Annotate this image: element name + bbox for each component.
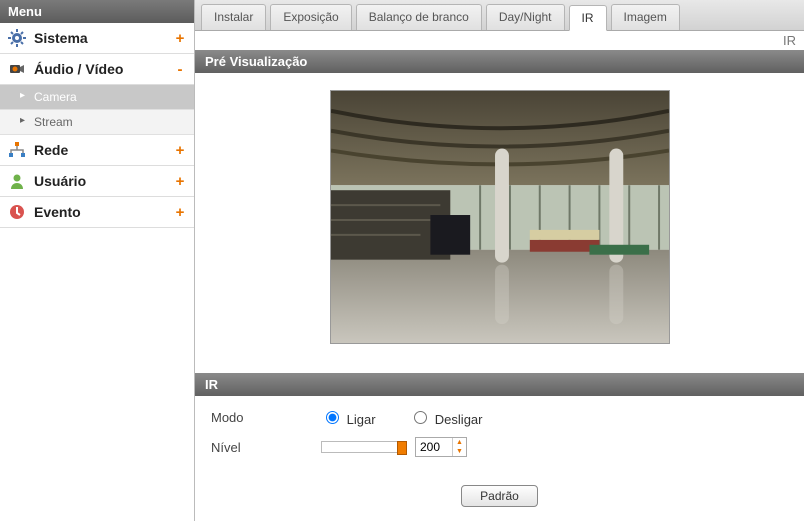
settings-panel: Modo Ligar Desligar Nível — [195, 396, 804, 479]
main-content: Instalar Exposição Balanço de branco Day… — [195, 0, 804, 521]
default-button[interactable]: Padrão — [461, 485, 538, 507]
sidebar-item-evento[interactable]: Evento + — [0, 197, 194, 228]
submenu-item-label: Stream — [34, 115, 73, 129]
default-button-row: Padrão — [195, 479, 804, 521]
slider-handle[interactable] — [397, 441, 407, 455]
mode-on-option[interactable]: Ligar — [321, 412, 379, 427]
level-slider[interactable] — [321, 441, 407, 453]
network-icon — [8, 141, 26, 159]
preview-header: Pré Visualização — [195, 50, 804, 73]
preview-image — [330, 90, 670, 344]
expand-icon: + — [174, 204, 186, 221]
user-icon — [8, 172, 26, 190]
tabbar: Instalar Exposição Balanço de branco Day… — [195, 0, 804, 31]
tab-daynight[interactable]: Day/Night — [486, 4, 565, 30]
sidebar-item-rede[interactable]: Rede + — [0, 135, 194, 166]
expand-icon: + — [174, 142, 186, 159]
gear-icon — [8, 29, 26, 47]
mode-off-label: Desligar — [435, 412, 483, 427]
tab-imagem[interactable]: Imagem — [611, 4, 680, 30]
row-mode: Modo Ligar Desligar — [211, 408, 788, 427]
spinner-arrows: ▲ ▼ — [452, 438, 466, 456]
collapse-icon: - — [174, 61, 186, 78]
mode-on-radio[interactable] — [326, 411, 339, 424]
menu-title: Menu — [0, 0, 194, 23]
level-label: Nível — [211, 440, 321, 455]
event-icon — [8, 203, 26, 221]
sidebar-item-label: Rede — [34, 142, 174, 158]
spinner-down-icon[interactable]: ▼ — [453, 447, 466, 456]
submenu-audio-video: Camera Stream — [0, 85, 194, 135]
submenu-item-camera[interactable]: Camera — [0, 85, 194, 110]
mode-label: Modo — [211, 410, 321, 425]
breadcrumb: IR — [195, 31, 804, 50]
mode-radios: Ligar Desligar — [321, 408, 512, 427]
submenu-item-label: Camera — [34, 90, 77, 104]
sidebar-item-usuario[interactable]: Usuário + — [0, 166, 194, 197]
tab-exposicao[interactable]: Exposição — [270, 4, 351, 30]
sidebar-item-label: Sistema — [34, 30, 174, 46]
sidebar-item-audio-video[interactable]: Áudio / Vídeo - — [0, 54, 194, 85]
sidebar-item-label: Evento — [34, 204, 174, 220]
submenu-item-stream[interactable]: Stream — [0, 110, 194, 135]
camera-icon — [8, 60, 26, 78]
sidebar-item-sistema[interactable]: Sistema + — [0, 23, 194, 54]
level-spinner[interactable]: ▲ ▼ — [415, 437, 467, 457]
settings-header: IR — [195, 373, 804, 396]
tab-balanco[interactable]: Balanço de branco — [356, 4, 482, 30]
row-level: Nível ▲ ▼ — [211, 437, 788, 457]
sidebar-item-label: Áudio / Vídeo — [34, 61, 174, 77]
mode-on-label: Ligar — [347, 412, 376, 427]
tab-instalar[interactable]: Instalar — [201, 4, 266, 30]
tab-ir[interactable]: IR — [569, 5, 607, 31]
preview-area — [195, 73, 804, 373]
mode-off-radio[interactable] — [414, 411, 427, 424]
level-input[interactable] — [416, 438, 452, 456]
expand-icon: + — [174, 30, 186, 47]
expand-icon: + — [174, 173, 186, 190]
sidebar: Menu Sistema + Áudio / Vídeo - Camera St… — [0, 0, 195, 521]
mode-off-option[interactable]: Desligar — [409, 412, 482, 427]
sidebar-item-label: Usuário — [34, 173, 174, 189]
spinner-up-icon[interactable]: ▲ — [453, 438, 466, 447]
